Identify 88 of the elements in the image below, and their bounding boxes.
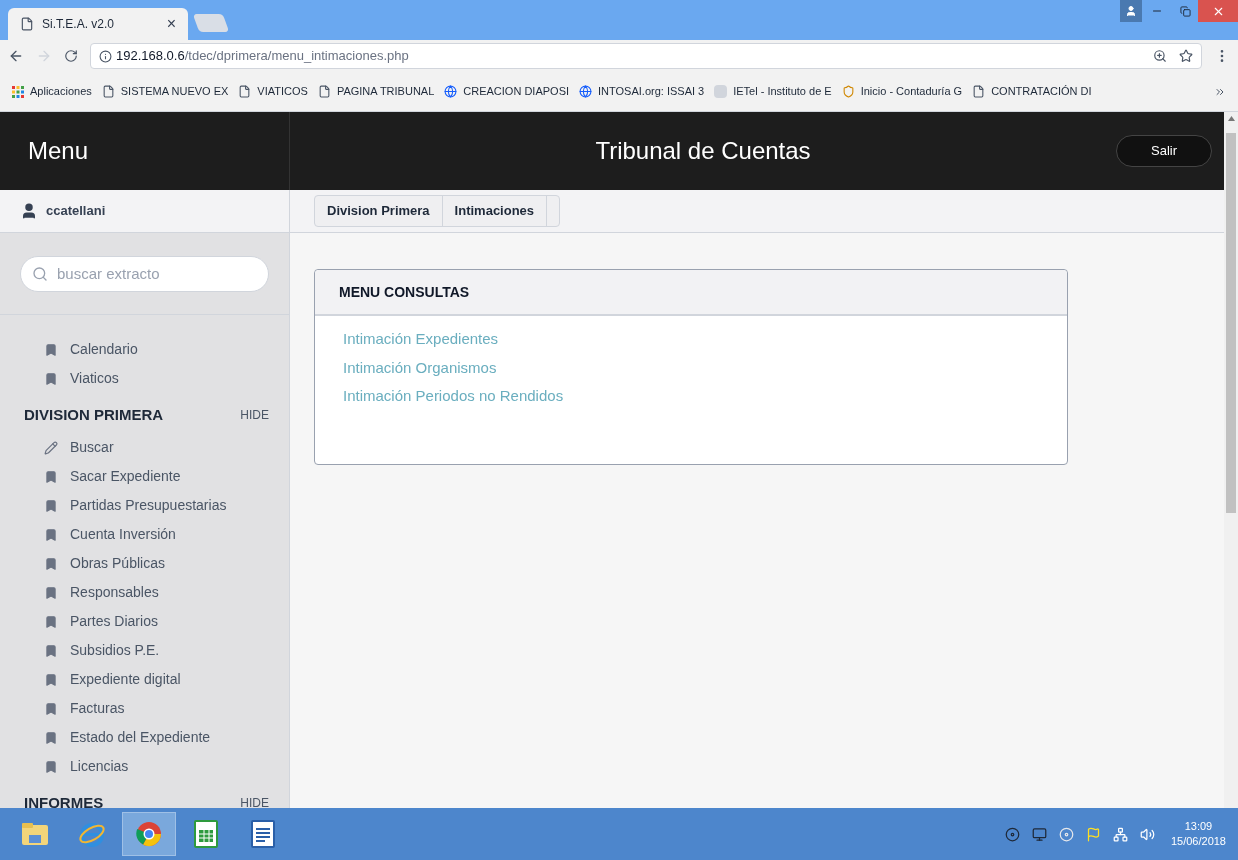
bookmark-icon [44,556,58,571]
bookmark-link[interactable]: SISTEMA NUEVO EX [120,83,229,100]
sidebar-item[interactable]: Partidas Presupuestarias [70,495,227,516]
section-title: INFORMES [24,792,104,808]
bookmark-icon [44,498,58,513]
user-icon [20,202,38,220]
tray-network-icon[interactable] [1112,826,1128,842]
bookmark-icon [44,672,58,687]
page-icon [20,17,34,31]
search-icon [32,265,48,282]
url-text: 192.168.0.6/tdec/dprimera/menu_intimaciones.php [116,47,409,66]
section-title: DIVISION PRIMERA [24,404,164,425]
chrome-icon [135,820,163,848]
zoom-icon[interactable] [1153,49,1167,63]
apps-grid-icon[interactable] [12,85,24,98]
tray-circle-icon[interactable] [1058,826,1074,842]
hide-toggle[interactable]: HIDE [240,794,269,808]
bookmark-icon [44,759,58,774]
restore-icon [1179,5,1191,17]
tray-disc-icon[interactable] [1004,826,1020,842]
folder-icon [21,821,49,847]
page-icon [238,85,252,98]
taskbar-app[interactable] [122,812,176,856]
bookmark-icon [44,469,58,484]
back-icon[interactable] [8,48,24,64]
page-icon [101,85,115,98]
browser-tab[interactable]: Si.T.E.A. v2.0 × [8,8,188,40]
bookmark-link[interactable]: VIATICOS [257,83,308,100]
bookmark-icon [44,342,58,357]
sidebar-item[interactable]: Expediente digital [70,669,181,690]
profile-button[interactable] [1120,0,1142,22]
bookmark-link[interactable]: PAGINA TRIBUNAL [336,83,435,100]
sidebar-item[interactable]: Calendario [70,339,138,360]
bookmark-link[interactable]: INTOSAI.org: ISSAI 3 [598,83,705,100]
star-icon[interactable] [1179,49,1193,63]
globe-icon [579,85,593,98]
bookmark-link[interactable]: Inicio - Contaduría G [860,83,963,100]
search-field[interactable]: buscar extracto [20,255,269,292]
bookmark-icon [44,730,58,745]
close-tab-button[interactable]: × [166,12,176,36]
scroll-up-arrow-icon[interactable] [1227,116,1235,121]
sidebar-item[interactable]: Estado del Expediente [70,727,211,748]
sidebar-item[interactable]: Viaticos [70,368,119,389]
sidebar-item[interactable]: Subsidios P.E. [70,640,160,661]
sidebar-item[interactable]: Sacar Expediente [70,466,181,487]
menu-title: Menu [28,136,89,166]
bookmark-icon [44,585,58,600]
address-bar[interactable]: 192.168.0.6/tdec/dprimera/menu_intimaciones.php [90,43,1202,69]
reload-icon[interactable] [64,49,78,63]
shield-icon [841,85,855,98]
page-icon [317,85,331,98]
clock-date: 15/06/2018 [1170,834,1226,849]
hide-toggle[interactable]: HIDE [240,406,269,424]
globe-icon [444,85,458,98]
bookmark-link[interactable]: CREACION DIAPOSI [463,83,570,100]
sidebar-item[interactable]: Licencias [70,756,129,777]
sidebar-item[interactable]: Partes Diarios [70,611,158,632]
bookmark-link[interactable]: Aplicaciones [30,83,92,100]
sidebar-item[interactable]: Buscar [70,437,114,458]
sidebar-item[interactable]: Responsables [70,582,159,603]
bookmark-icon [44,614,58,629]
tray-flag-icon[interactable] [1085,826,1101,842]
info-icon[interactable] [99,49,112,63]
bookmark-link[interactable]: CONTRATACIÓN DI [991,83,1092,100]
exit-button[interactable]: Salir [1116,135,1212,167]
sidebar-item[interactable]: Cuenta Inversión [70,524,176,545]
sidebar-item[interactable]: Facturas [70,698,125,719]
scrollbar[interactable] [1224,112,1238,808]
volume-icon[interactable] [1139,826,1155,842]
bookmark-icon [44,701,58,716]
bookmark-icon [44,527,58,542]
bookmark-icon [44,643,58,658]
user-icon [1125,5,1137,17]
tab-title: Si.T.E.A. v2.0 [42,16,116,33]
pencil-icon [44,440,58,455]
clock-time: 13:09 [1184,819,1213,834]
tray-monitor-icon[interactable] [1031,826,1047,842]
page-icon [972,85,986,98]
bookmark-link[interactable]: IETel - Instituto de E [733,83,832,100]
document-icon [251,820,275,848]
site-title: Tribunal de Cuentas [595,136,811,166]
panel-title: MENU CONSULTAS [339,282,470,302]
spreadsheet-icon [194,820,218,848]
sidebar-item[interactable]: Obras Públicas [70,553,165,574]
breadcrumb-link[interactable]: Division Primera [315,196,443,226]
breadcrumb-link[interactable]: Intimaciones [442,196,548,226]
bookmark-icon [44,371,58,386]
username: ccatellani [46,202,106,221]
